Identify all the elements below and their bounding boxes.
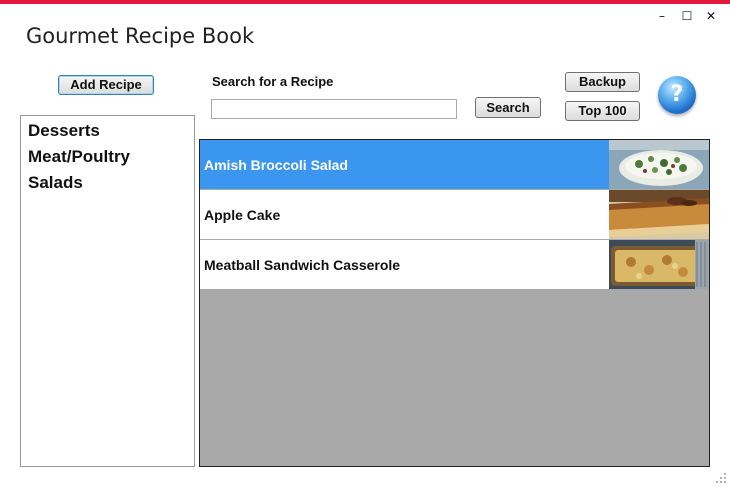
search-input[interactable] xyxy=(211,99,457,119)
category-item-desserts[interactable]: Desserts xyxy=(21,118,194,144)
recipe-row-meatball-sandwich-casserole[interactable]: Meatball Sandwich Casserole xyxy=(200,240,709,290)
top100-button[interactable]: Top 100 xyxy=(565,101,640,121)
minimize-icon[interactable]: – xyxy=(654,8,670,24)
recipe-row-apple-cake[interactable]: Apple Cake xyxy=(200,190,709,240)
backup-button[interactable]: Backup xyxy=(565,72,640,92)
maximize-icon[interactable]: ☐ xyxy=(679,8,695,24)
recipe-name: Apple Cake xyxy=(204,206,281,223)
category-list[interactable]: Desserts Meat/Poultry Salads xyxy=(20,115,195,467)
search-button[interactable]: Search xyxy=(475,97,541,118)
apple-cake-photo xyxy=(609,190,709,239)
close-icon[interactable]: ✕ xyxy=(703,8,719,24)
recipe-list[interactable]: Amish Broccoli Salad Apple Cake Meatball… xyxy=(199,139,710,467)
recipe-name: Meatball Sandwich Casserole xyxy=(204,256,401,273)
add-recipe-button[interactable]: Add Recipe xyxy=(58,75,154,95)
window-accent-bar xyxy=(0,0,730,4)
casserole-photo xyxy=(609,240,709,289)
resize-grip-icon[interactable] xyxy=(716,473,726,483)
category-item-meat-poultry[interactable]: Meat/Poultry xyxy=(21,144,194,170)
search-label: Search for a Recipe xyxy=(212,74,334,89)
help-icon[interactable]: ? xyxy=(658,76,696,114)
category-item-salads[interactable]: Salads xyxy=(21,170,194,196)
recipe-name: Amish Broccoli Salad xyxy=(204,156,348,173)
broccoli-salad-photo xyxy=(609,140,709,189)
recipe-row-amish-broccoli-salad[interactable]: Amish Broccoli Salad xyxy=(200,140,709,190)
app-title: Gourmet Recipe Book xyxy=(26,24,255,48)
